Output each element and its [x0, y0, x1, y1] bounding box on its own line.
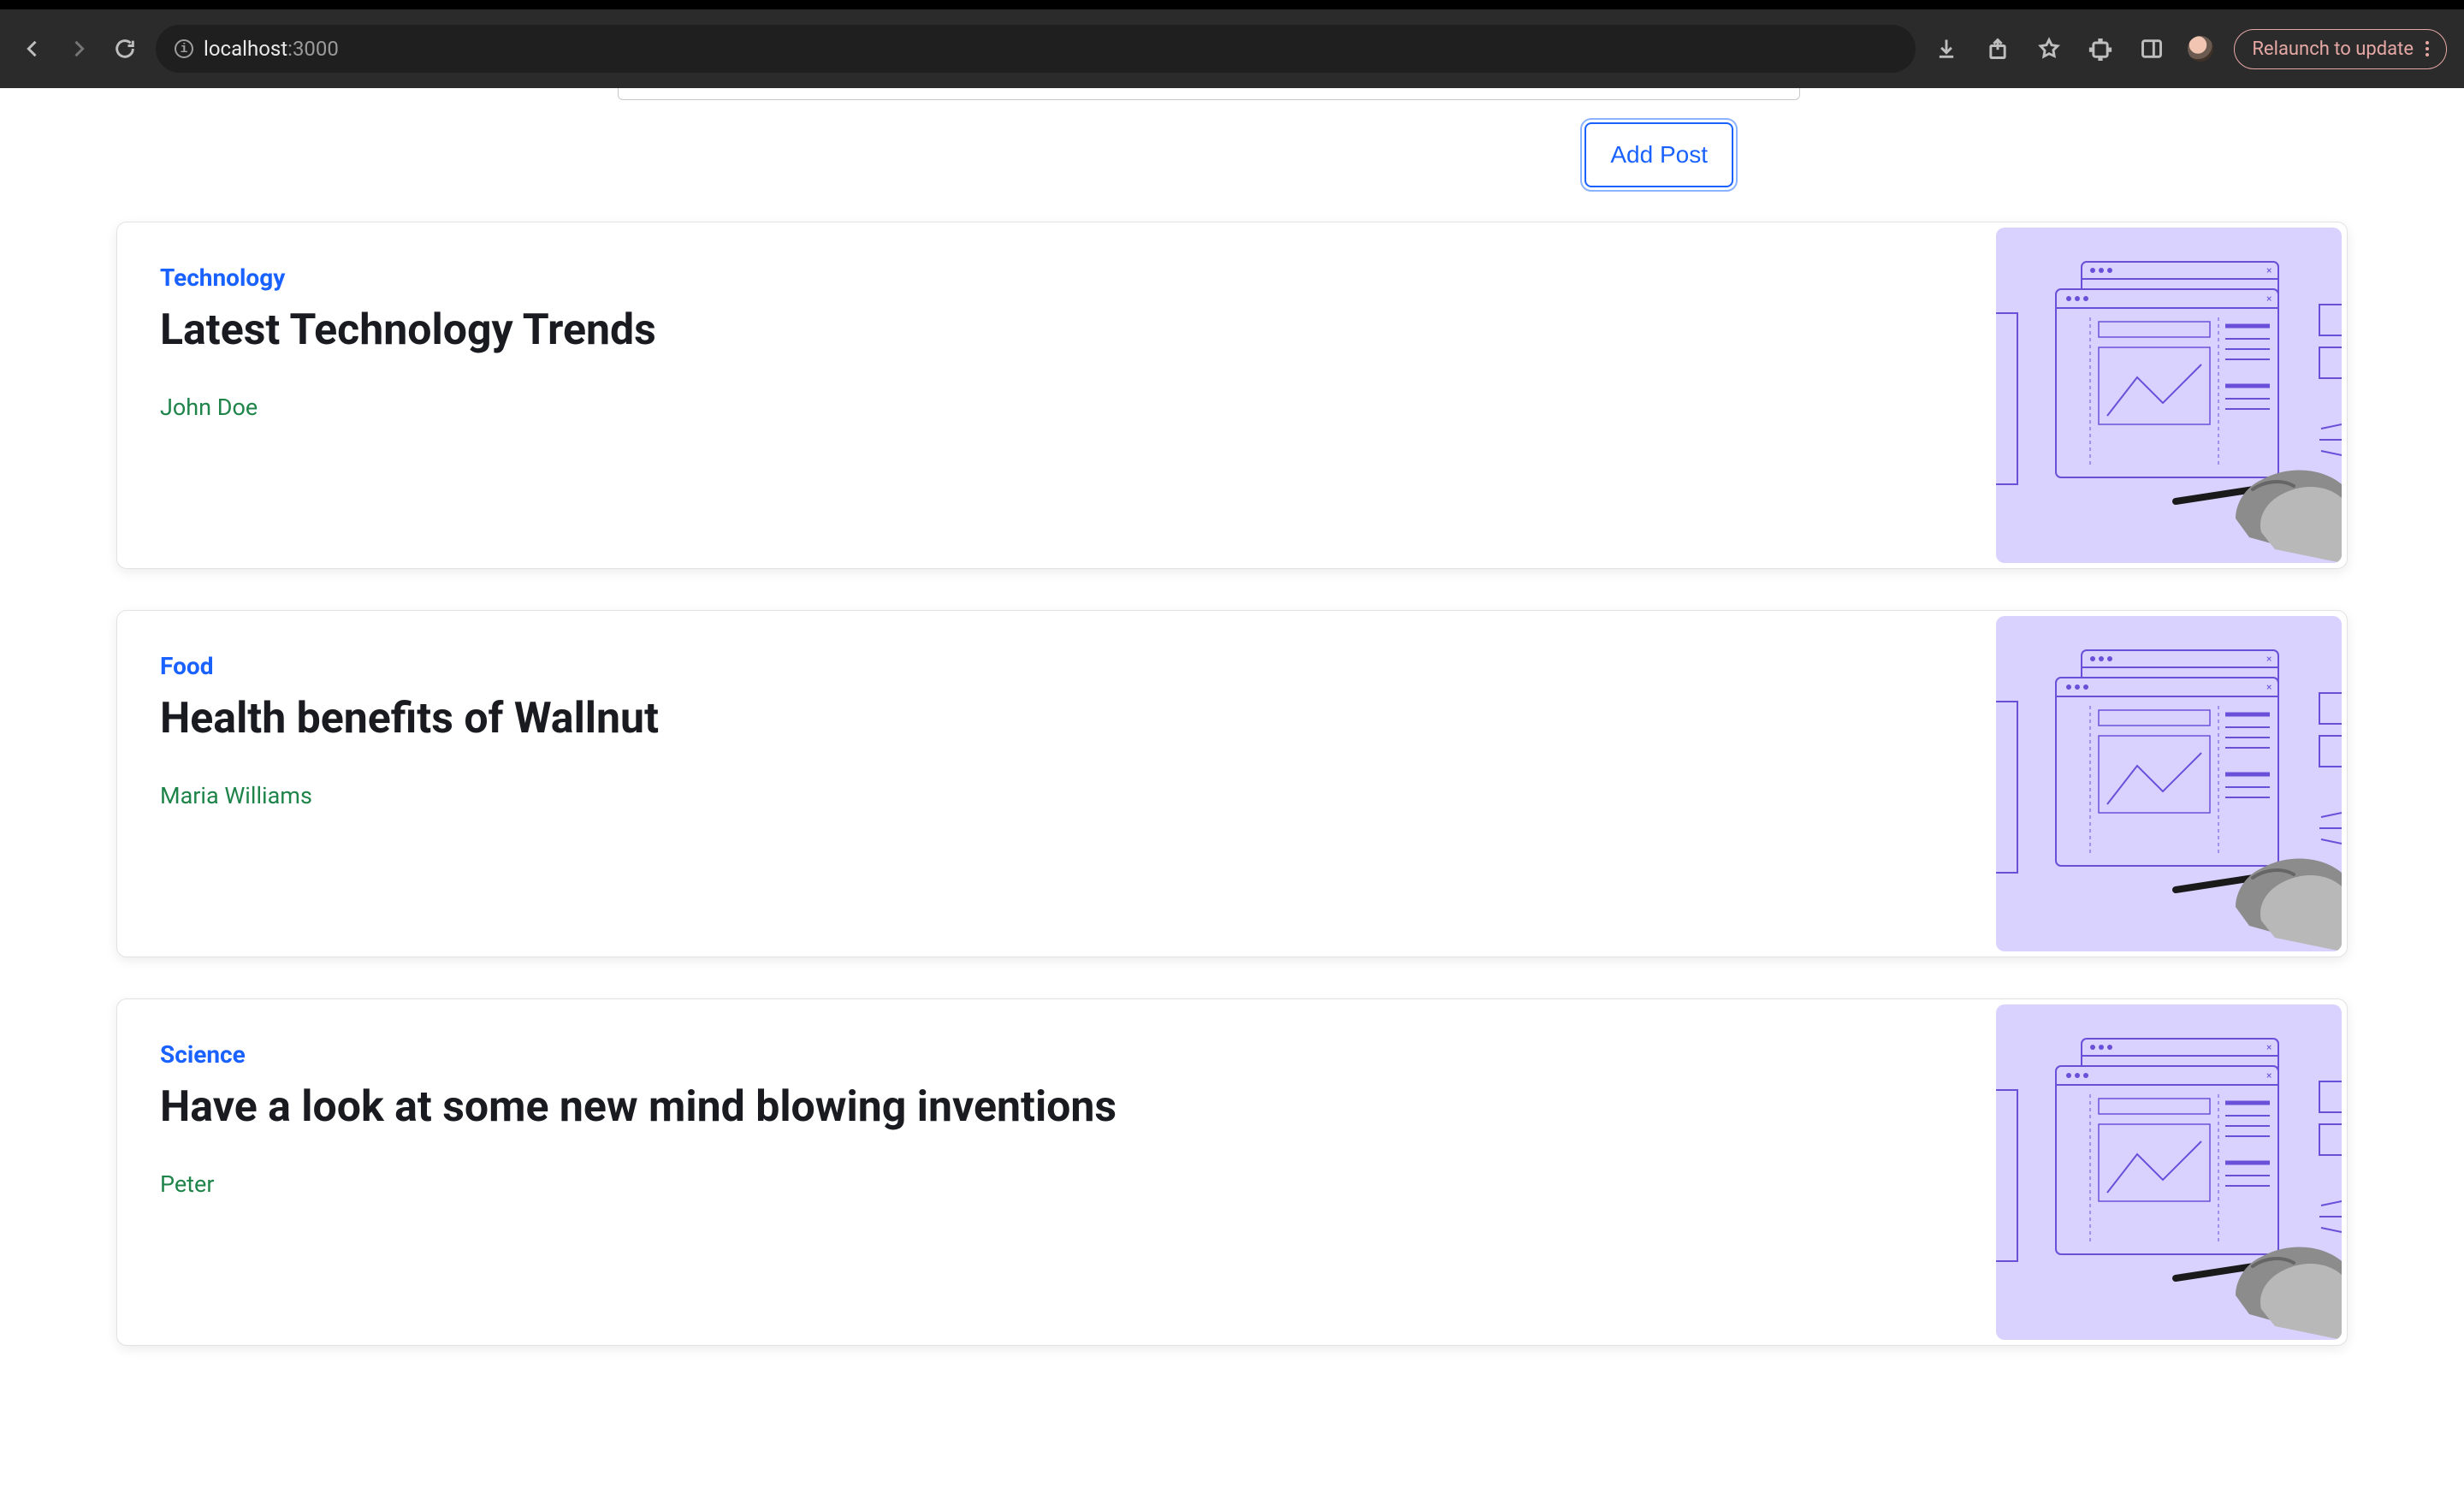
- post-author: Maria Williams: [160, 782, 1953, 809]
- post-illustration: × ×: [1996, 228, 2342, 563]
- url-port: :3000: [287, 37, 339, 61]
- add-post-button[interactable]: Add Post: [1584, 122, 1733, 187]
- post-illustration: × ×: [1996, 616, 2342, 951]
- url-host: localhost: [204, 37, 287, 61]
- post-title: Health benefits of Wallnut: [160, 696, 1953, 743]
- post-title: Latest Technology Trends: [160, 307, 1953, 354]
- post-author: John Doe: [160, 394, 1953, 421]
- post-title: Have a look at some new mind blowing inv…: [160, 1084, 1953, 1131]
- extensions-icon[interactable]: [2085, 33, 2116, 64]
- svg-text:×: ×: [2266, 653, 2272, 665]
- share-icon[interactable]: [1982, 33, 2013, 64]
- forward-icon[interactable]: [63, 33, 94, 64]
- post-category: Technology: [160, 264, 1953, 292]
- post-card[interactable]: Food Health benefits of Wallnut Maria Wi…: [116, 610, 2348, 957]
- truncated-form-control[interactable]: [618, 88, 1800, 100]
- downloads-icon[interactable]: [1931, 33, 1962, 64]
- post-category: Science: [160, 1040, 1953, 1069]
- svg-text:×: ×: [2266, 1069, 2272, 1081]
- post-card[interactable]: Technology Latest Technology Trends John…: [116, 222, 2348, 569]
- profile-avatar[interactable]: [2188, 36, 2213, 62]
- post-category: Food: [160, 652, 1953, 680]
- address-bar[interactable]: i localhost :3000: [156, 25, 1916, 73]
- svg-text:×: ×: [2266, 264, 2272, 276]
- add-post-row: Add Post: [116, 122, 2348, 187]
- svg-text:×: ×: [2266, 293, 2272, 305]
- more-menu-icon: [2426, 41, 2429, 56]
- page-content: Add Post Technology Latest Technology Tr…: [0, 88, 2464, 1487]
- svg-text:×: ×: [2266, 1041, 2272, 1053]
- relaunch-label: Relaunch to update: [2252, 39, 2414, 60]
- site-info-icon[interactable]: i: [175, 39, 193, 58]
- post-illustration: × ×: [1996, 1004, 2342, 1340]
- back-icon[interactable]: [17, 33, 48, 64]
- reload-icon[interactable]: [110, 33, 140, 64]
- browser-tab-strip: [0, 0, 2464, 9]
- post-list: Technology Latest Technology Trends John…: [116, 222, 2348, 1346]
- post-card[interactable]: Science Have a look at some new mind blo…: [116, 998, 2348, 1346]
- relaunch-button[interactable]: Relaunch to update: [2234, 29, 2447, 69]
- svg-text:×: ×: [2266, 681, 2272, 693]
- browser-toolbar: i localhost :3000 Rela: [0, 9, 2464, 88]
- side-panel-icon[interactable]: [2136, 33, 2167, 64]
- post-author: Peter: [160, 1170, 1953, 1198]
- bookmark-star-icon[interactable]: [2034, 33, 2064, 64]
